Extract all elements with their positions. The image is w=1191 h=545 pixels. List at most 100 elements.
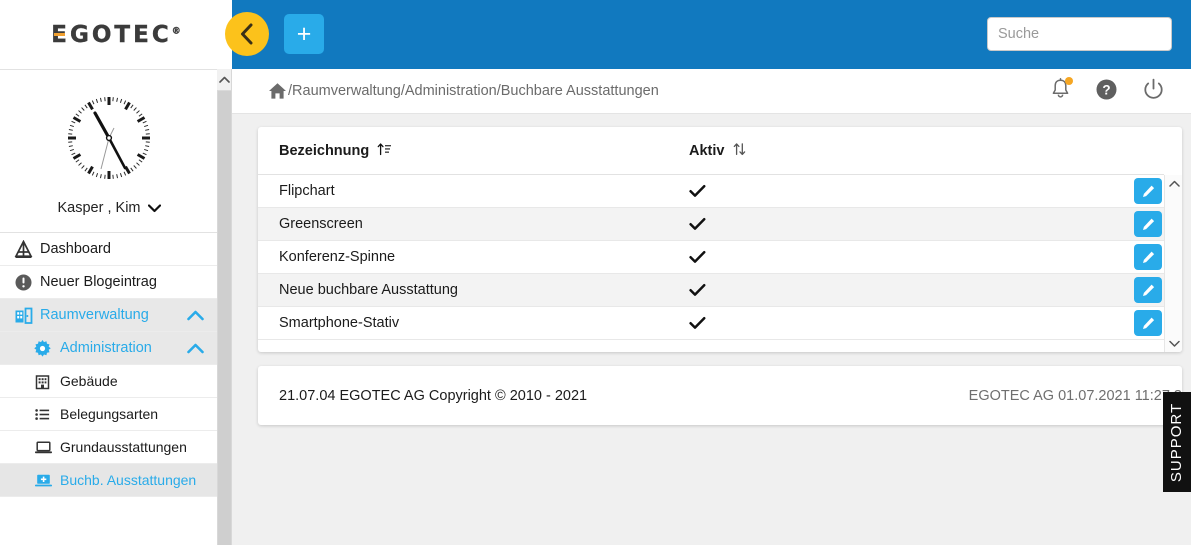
sidebar-item-label: Grundausstattungen: [60, 439, 187, 455]
sidebar-item-label: Belegungsarten: [60, 406, 159, 422]
column-header-label: Bezeichnung: [279, 142, 370, 159]
home-icon[interactable]: [268, 82, 287, 100]
support-tab[interactable]: SUPPORT: [1163, 392, 1191, 492]
edit-button[interactable]: [1134, 178, 1162, 204]
chevron-up-icon: [218, 76, 230, 83]
sidebar-item-label: Raumverwaltung: [40, 307, 149, 323]
sidebar-scrollbar[interactable]: [217, 69, 231, 545]
edit-button[interactable]: [1134, 244, 1162, 270]
checkmark-icon: [689, 316, 706, 329]
cell-actions: [809, 310, 1164, 336]
notification-dot: [1065, 77, 1073, 85]
support-label: SUPPORT: [1168, 402, 1186, 482]
footer-copyright: 21.07.04 EGOTEC AG Copyright © 2010 - 20…: [279, 387, 588, 404]
cell-actions: [809, 178, 1164, 204]
notifications-icon[interactable]: [1050, 77, 1073, 105]
content-area: Bezeichnung Aktiv Flipchart Greenscreen …: [232, 114, 1191, 545]
table-row[interactable]: Greenscreen: [258, 208, 1164, 241]
chevron-left-icon: [240, 23, 252, 45]
logo-registered-mark: ®: [171, 25, 181, 36]
edit-button[interactable]: [1134, 277, 1162, 303]
table-row[interactable]: Konferenz-Spinne: [258, 241, 1164, 274]
chevron-down-icon: [1168, 340, 1180, 347]
cell-aktiv: [689, 184, 809, 198]
sidebar-item-label: Neuer Blogeintrag: [40, 274, 157, 290]
sidebar-item-label: Buchb. Ausstattungen: [60, 472, 197, 488]
cell-aktiv: [689, 217, 809, 231]
sidebar-item-belegungsarten[interactable]: Belegungsarten: [0, 398, 218, 431]
breadcrumb-bar: /Raumverwaltung/Administration/Buchbare …: [232, 69, 1191, 114]
pencil-icon: [1142, 284, 1154, 296]
chevron-up-icon[interactable]: [187, 310, 204, 321]
column-header-aktiv[interactable]: Aktiv: [689, 142, 809, 160]
cell-bezeichnung: Greenscreen: [279, 216, 363, 232]
table-row[interactable]: Flipchart: [258, 175, 1164, 208]
sort-both-icon[interactable]: [732, 142, 747, 160]
cell-bezeichnung: Flipchart: [279, 183, 335, 199]
chevron-up-icon[interactable]: [187, 343, 204, 354]
profile-block[interactable]: Kasper , Kim: [0, 70, 218, 233]
dashboard-icon: [14, 239, 40, 259]
list-icon: [34, 406, 60, 423]
cell-bezeichnung: Smartphone-Stativ: [279, 315, 400, 331]
gear-icon: [34, 339, 60, 357]
add-button[interactable]: +: [284, 14, 324, 54]
sidebar-item-neuer-blogeintrag[interactable]: Neuer Blogeintrag: [0, 266, 218, 299]
table-row[interactable]: Neue buchbare Ausstattung: [258, 274, 1164, 307]
help-icon[interactable]: ?: [1095, 78, 1118, 106]
footer-timestamp: EGOTEC AG 01.07.2021 11:27:3: [968, 387, 1182, 404]
analog-clock-avatar: [63, 92, 155, 184]
sidebar-item-administration[interactable]: Administration: [0, 332, 218, 365]
table-scroll-up-button[interactable]: [1165, 175, 1182, 192]
checkmark-icon: [689, 184, 706, 197]
profile-name-label: Kasper , Kim: [57, 200, 141, 216]
sidebar-item-dashboard[interactable]: Dashboard: [0, 233, 218, 266]
edit-button[interactable]: [1134, 310, 1162, 336]
sidebar-item-label: Dashboard: [40, 241, 111, 257]
sidebar-item-raumverwaltung[interactable]: Raumverwaltung: [0, 299, 218, 332]
breadcrumb-path: /Raumverwaltung/Administration/Buchbare …: [288, 83, 659, 99]
pencil-icon: [1142, 317, 1154, 329]
chevron-down-icon: [147, 203, 161, 212]
sidebar-collapse-button[interactable]: [225, 12, 269, 56]
search-input[interactable]: [987, 17, 1172, 51]
table-header-row: Bezeichnung Aktiv: [258, 127, 1164, 175]
table-scroll-down-button[interactable]: [1165, 335, 1182, 352]
checkmark-icon: [689, 283, 706, 296]
edit-button[interactable]: [1134, 211, 1162, 237]
room-door-icon: [14, 306, 40, 325]
sidebar-item-label: Gebäude: [60, 373, 118, 389]
sidebar: EGOTEC® Kasper , Kim Dashboard Neuer Blo…: [0, 0, 232, 545]
cell-aktiv: [689, 283, 809, 297]
cell-actions: [809, 211, 1164, 237]
sidebar-item-label: Administration: [60, 340, 152, 356]
cell-aktiv: [689, 316, 809, 330]
info-icon: [14, 273, 40, 292]
profile-name-row[interactable]: Kasper , Kim: [58, 200, 161, 216]
svg-text:?: ?: [1102, 82, 1110, 97]
pencil-icon: [1142, 251, 1154, 263]
sort-ascending-icon[interactable]: [377, 142, 392, 160]
logo-bar[interactable]: EGOTEC®: [0, 0, 232, 69]
plus-icon: +: [296, 19, 312, 48]
laptop-plus-icon: [34, 472, 60, 489]
column-header-bezeichnung[interactable]: Bezeichnung: [279, 142, 689, 160]
cell-bezeichnung: Konferenz-Spinne: [279, 249, 396, 265]
sidebar-item-buchb-ausstattungen[interactable]: Buchb. Ausstattungen: [0, 464, 218, 497]
logo-text: EGOTEC: [51, 21, 172, 48]
header-icon-group: ?: [1050, 69, 1165, 114]
sidebar-scroll-up-button[interactable]: [217, 69, 231, 91]
table-scrollbar[interactable]: [1164, 175, 1182, 352]
cell-bezeichnung: Neue buchbare Ausstattung: [279, 282, 458, 298]
table-row[interactable]: Smartphone-Stativ: [258, 307, 1164, 340]
equipment-table-panel: Bezeichnung Aktiv Flipchart Greenscreen …: [258, 127, 1182, 352]
sidebar-item-gebaeude[interactable]: Gebäude: [0, 365, 218, 398]
cell-actions: [809, 277, 1164, 303]
top-bar: +: [225, 0, 1191, 69]
power-icon[interactable]: [1142, 78, 1165, 106]
cell-aktiv: [689, 250, 809, 264]
pencil-icon: [1142, 218, 1154, 230]
sidebar-item-grundausstattungen[interactable]: Grundausstattungen: [0, 431, 218, 464]
breadcrumb[interactable]: /Raumverwaltung/Administration/Buchbare …: [268, 82, 659, 100]
column-header-label: Aktiv: [689, 142, 725, 159]
